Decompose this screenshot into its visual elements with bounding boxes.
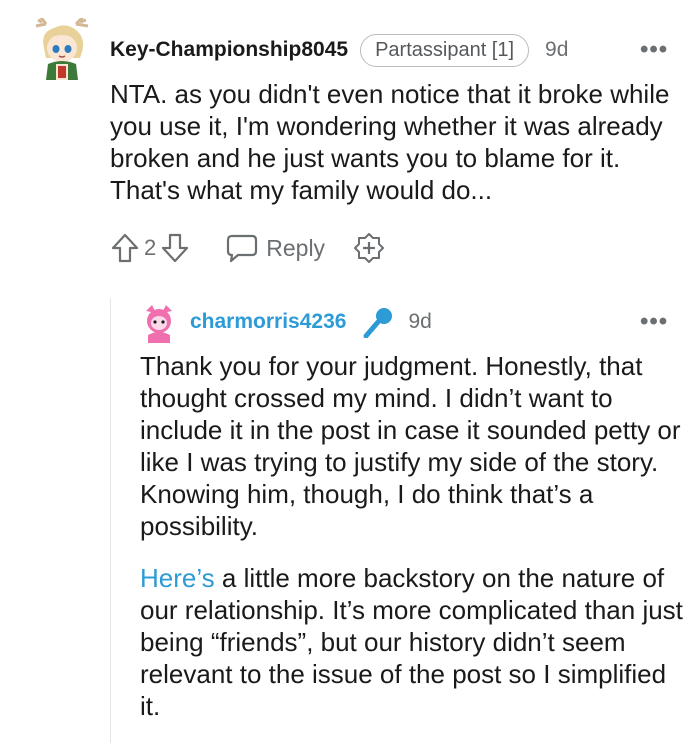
backstory-link[interactable]: Here’s xyxy=(140,563,215,593)
upvote-arrow-icon[interactable] xyxy=(110,232,140,264)
vote-count: 2 xyxy=(144,235,157,260)
reply-button[interactable]: Reply xyxy=(226,233,325,263)
comment-age[interactable]: 9d xyxy=(408,310,431,334)
speech-bubble-icon xyxy=(226,233,258,263)
comment-body: NTA. as you didn't even notice that it b… xyxy=(110,79,670,205)
comment-header: Key-Championship8045 Partassipant [1] 9d xyxy=(110,32,568,68)
user-avatar[interactable] xyxy=(142,303,176,343)
username[interactable]: Key-Championship8045 xyxy=(110,38,348,62)
username[interactable]: charmorris4236 xyxy=(190,310,346,334)
more-options-button[interactable]: ••• xyxy=(640,36,668,64)
reply-paragraph: Thank you for your judgment. Honestly, t… xyxy=(140,351,681,541)
more-options-button[interactable]: ••• xyxy=(640,308,668,336)
downvote-arrow-icon[interactable] xyxy=(160,232,190,264)
comment-age[interactable]: 9d xyxy=(545,38,568,62)
thread-line xyxy=(110,298,111,743)
reply-paragraph-text: a little more backstory on the nature of… xyxy=(140,563,683,721)
reply-label: Reply xyxy=(266,234,326,261)
reply-paragraph: Here’s a little more backstory on the na… xyxy=(140,562,688,722)
award-plus-icon[interactable] xyxy=(353,232,385,264)
reply-header: charmorris4236 9d xyxy=(190,305,432,339)
microphone-icon xyxy=(360,306,394,338)
user-flair: Partassipant [1] xyxy=(360,33,530,67)
user-avatar[interactable] xyxy=(32,14,92,84)
comment-actions: 2 Reply xyxy=(110,230,385,266)
